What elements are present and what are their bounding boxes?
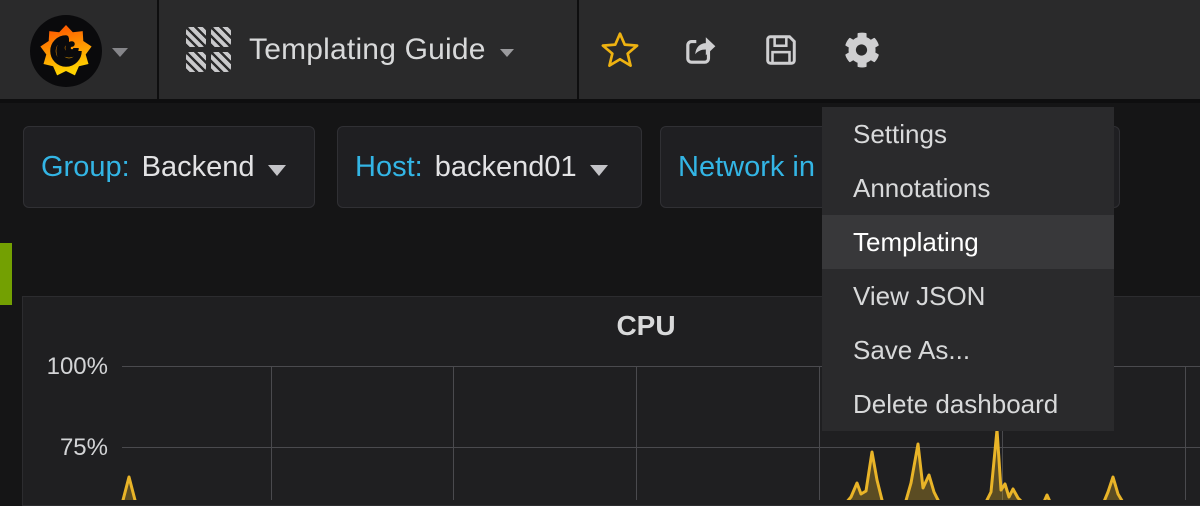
variable-label: Host: — [355, 151, 423, 184]
variable-value: backend01 — [435, 151, 577, 184]
dashboard-grid-icon — [186, 27, 232, 73]
menu-item-delete-dashboard[interactable]: Delete dashboard — [822, 377, 1114, 431]
menu-item-view-json[interactable]: View JSON — [822, 269, 1114, 323]
dashboard-title: Templating Guide — [249, 33, 486, 67]
menu-item-settings[interactable]: Settings — [822, 107, 1114, 161]
variable-label: Group: — [41, 151, 130, 184]
cpu-series-area — [0, 420, 1200, 500]
menu-item-templating[interactable]: Templating — [822, 215, 1114, 269]
gear-icon[interactable] — [844, 0, 879, 99]
save-icon[interactable] — [764, 0, 798, 99]
y-axis-tick-75: 75% — [36, 434, 108, 462]
menu-item-save-as[interactable]: Save As... — [822, 323, 1114, 377]
divider — [157, 0, 159, 99]
divider — [577, 0, 579, 99]
chevron-down-icon[interactable] — [112, 48, 128, 57]
grafana-logo[interactable] — [29, 14, 103, 88]
menu-item-annotations[interactable]: Annotations — [822, 161, 1114, 215]
variable-value: Backend — [142, 151, 255, 184]
dashboard-title-button[interactable]: Templating Guide — [186, 0, 514, 99]
row-menu-handle[interactable] — [0, 243, 12, 305]
navbar: Templating Guide — [0, 0, 1200, 103]
variable-label: Network in — [678, 151, 815, 184]
chevron-down-icon — [500, 49, 514, 57]
star-icon[interactable] — [601, 0, 639, 99]
dashboard-settings-menu: Settings Annotations Templating View JSO… — [822, 107, 1114, 431]
variable-group-dropdown[interactable]: Group: Backend — [23, 126, 315, 208]
share-icon[interactable] — [682, 0, 718, 99]
chevron-down-icon — [268, 165, 286, 176]
variable-host-dropdown[interactable]: Host: backend01 — [337, 126, 642, 208]
chevron-down-icon — [590, 165, 608, 176]
y-axis-tick-100: 100% — [36, 353, 108, 381]
